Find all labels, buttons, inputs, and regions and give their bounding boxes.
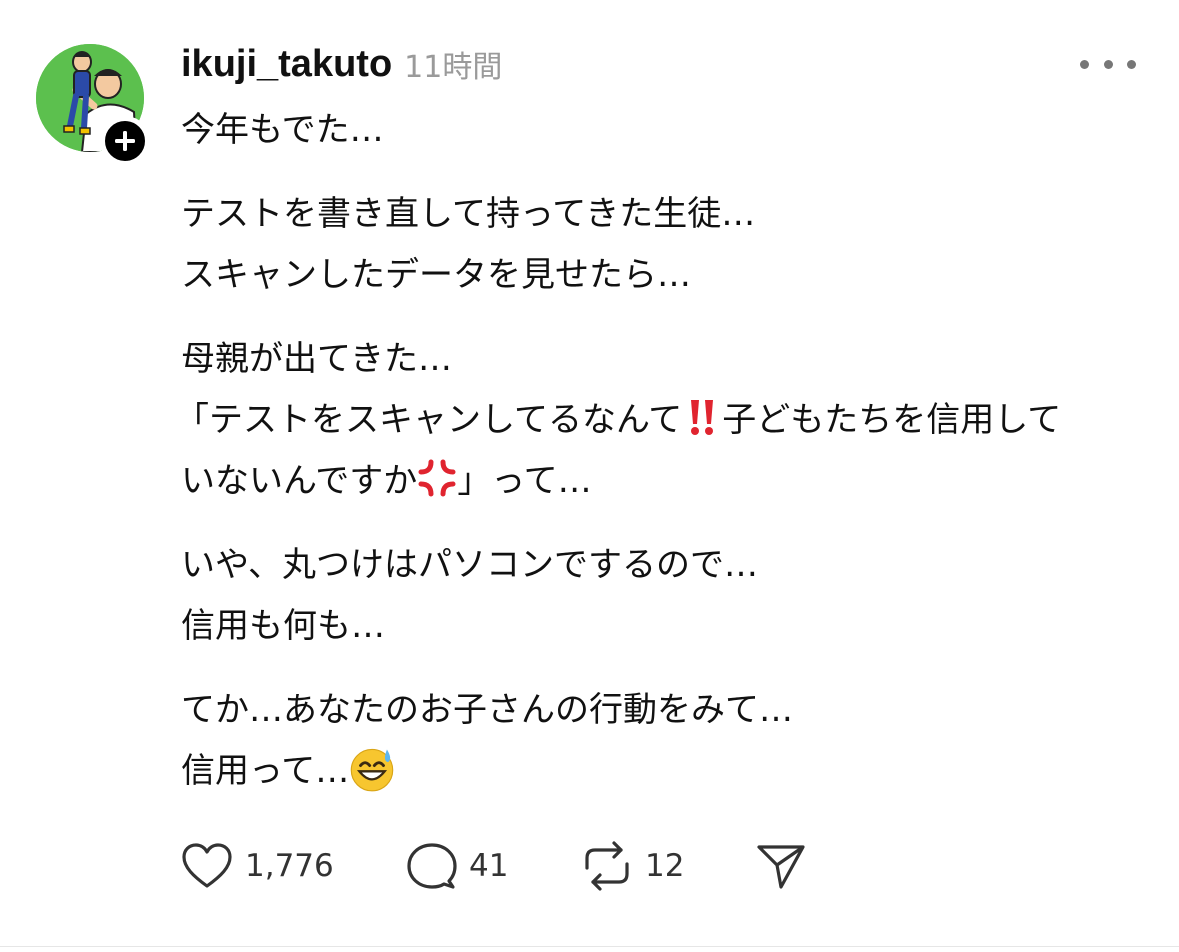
post-actions: 1,776 41 12 [181,838,807,894]
divider [0,946,1179,947]
text-line: テストを書き直して持ってきた生徒… [181,194,756,234]
more-dot-icon [1103,59,1113,69]
more-dot-icon [1080,59,1089,69]
text-line: 信用って… [181,741,1141,802]
text-line: てか…あなたのお子さんの行動をみて… [181,690,793,730]
double-exclamation-icon [691,400,714,435]
text-segment: 信用って… [181,751,350,791]
sweat-smile-icon [351,748,394,792]
text-line: 今年もでた… [181,110,384,150]
repost-icon [585,841,629,891]
avatar-container[interactable] [36,44,150,166]
text-segment: いないんですか [181,461,418,501]
text-line: 「テストをスキャンしてるなんて 子どもたちを信用して [175,390,1141,451]
post-body: 今年もでた… テストを書き直して持ってきた生徒… スキャンしたデータを見せたら…… [175,100,1141,825]
post-timestamp: 11時間 [404,50,503,85]
text-line: スキャンしたデータを見せたら… [181,255,691,295]
follow-button[interactable] [100,116,150,166]
username-link[interactable]: ikuji_takuto [181,43,392,86]
paragraph: いや、丸つけはパソコンでするので… 信用も何も… [181,535,1141,657]
send-icon [757,845,805,889]
paragraph: てか…あなたのお子さんの行動をみて… 信用って… [181,680,1141,802]
text-segment: 」って… [457,461,592,501]
text-line: 母親が出てきた… [181,339,452,379]
like-count: 1,776 [245,848,334,884]
repost-count: 12 [645,848,685,884]
text-segment: 「テストをスキャンしてるなんて [175,400,683,440]
repost-button[interactable]: 12 [581,840,755,892]
reply-count: 41 [469,848,509,884]
share-button[interactable] [755,841,807,891]
text-segment: 子どもたちを信用して [722,400,1062,440]
comment-icon [407,843,457,889]
anger-symbol-icon [418,459,456,497]
thread-post: ikuji_takuto 11時間 今年もでた… テストを書き直して持ってきた生… [0,0,1179,952]
text-line: いや、丸つけはパソコンでするので… [181,545,758,585]
reply-button[interactable]: 41 [405,841,581,891]
more-dot-icon [1127,59,1136,69]
plus-icon [115,131,135,151]
paragraph: 母親が出てきた… 「テストをスキャンしてるなんて 子どもたちを信用して いないんで… [175,329,1141,512]
paragraph: テストを書き直して持ってきた生徒… スキャンしたデータを見せたら… [181,184,1141,306]
like-button[interactable]: 1,776 [181,842,405,890]
paragraph: 今年もでた… [181,100,1141,161]
text-line: いないんですか 」って… [181,451,1141,512]
text-line: 信用も何も… [181,606,385,646]
heart-icon [182,843,232,888]
post-header: ikuji_takuto 11時間 [181,36,502,92]
more-options-button[interactable] [1080,52,1136,76]
